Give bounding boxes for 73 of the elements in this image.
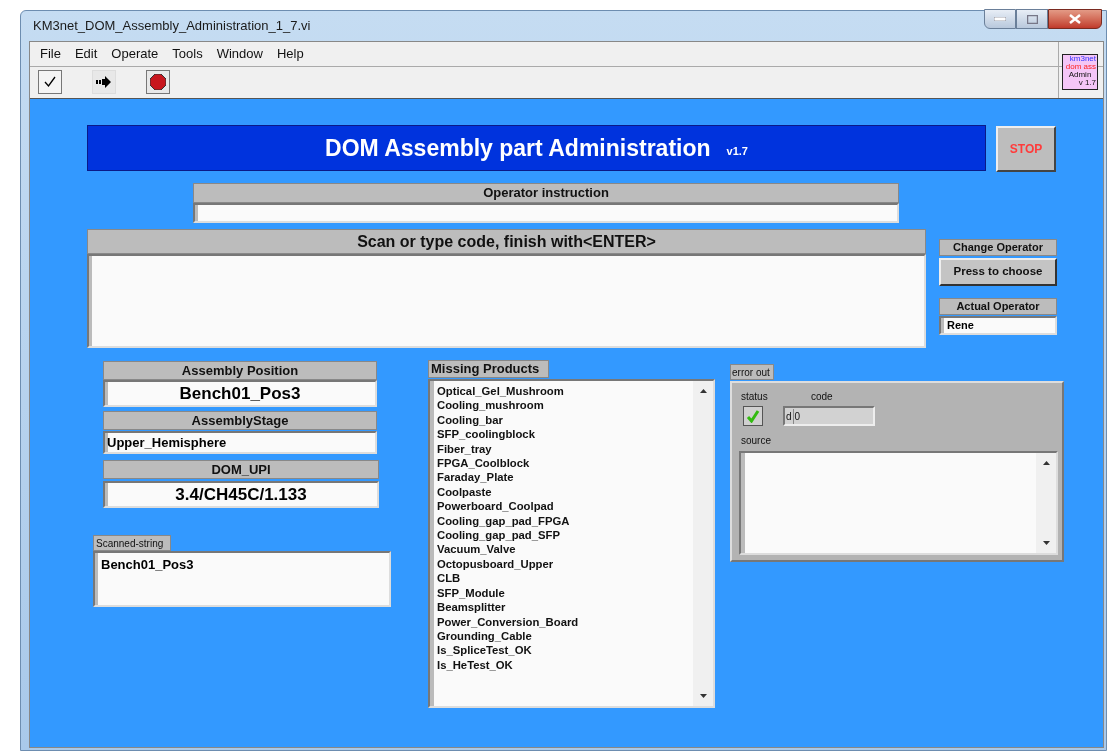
change-operator-button[interactable]: Press to choose [939,258,1057,286]
scan-input-field[interactable] [87,254,926,348]
instruction-field[interactable] [193,203,899,223]
list-item[interactable]: SFP_Module [437,585,693,601]
list-item[interactable]: Coolpaste [437,484,693,500]
scroll-down-icon[interactable] [699,694,707,698]
check-icon [44,76,56,88]
maximize-button[interactable] [1016,9,1048,29]
status-label: status [741,390,768,404]
list-item[interactable]: Cooling_mushroom [437,398,693,413]
banner-title: DOM Assembly part Administration [325,133,711,163]
field-label: Actual Operator [939,298,1057,315]
field-label: Scan or type code, finish with<ENTER> [87,229,926,254]
window-title: KM3net_DOM_Assembly_Administration_1_7.vi [33,17,311,36]
list-item[interactable]: Beamsplitter [437,600,693,615]
list-item[interactable]: Powerboard_Coolpad [437,499,693,514]
field-label: Scanned-string [93,535,171,551]
menu-item[interactable]: Edit [74,44,98,64]
menu-item[interactable]: Tools [172,44,203,64]
minimize-button[interactable] [984,9,1016,29]
list-item[interactable]: Is_SpliceTest_OK [437,643,693,658]
scroll-up-icon[interactable] [699,389,707,393]
radix-label: d [785,408,794,424]
source-label: source [741,434,771,448]
run-button[interactable] [92,70,116,94]
maximize-icon [1026,14,1038,24]
list-item[interactable]: FPGA_Coolblock [437,456,693,471]
list-item[interactable]: Grounding_Cable [437,628,693,644]
close-icon [1069,14,1081,24]
minimize-icon [994,17,1006,21]
list-item[interactable]: Fiber_tray [437,441,693,457]
arrow-icon [96,76,112,88]
field-label: Assembly Position [103,361,377,380]
scrollbar[interactable] [693,381,713,706]
check-icon [746,409,760,423]
list-item[interactable]: SFP_coolingblock [437,427,693,442]
code-value: 0 [793,409,801,424]
list-item[interactable]: Cooling_bar [437,412,693,428]
upi-field: 3.4/CH45C/1.133 [103,481,379,508]
field-label: AssemblyStage [103,411,377,430]
code-label: code [811,390,833,404]
field-label: Missing Products [428,360,549,378]
list-item[interactable]: Vacuum_Valve [437,542,693,557]
stage-field: Upper_Hemisphere [103,431,377,454]
field-label: DOM_UPI [103,460,379,479]
scanned-string-field: Bench01_Pos3 [93,551,391,607]
run-check-button[interactable] [38,70,62,94]
list-item[interactable]: CLB [437,571,693,586]
status-checkbox[interactable] [743,406,763,426]
list-item[interactable]: Cooling_gap_pad_FPGA [437,513,693,529]
field-label: Change Operator [939,239,1057,256]
field-label: error out [730,364,774,380]
version-label: v1.7 [726,143,748,159]
list-item[interactable]: Octopusboard_Upper [437,556,693,572]
field-label: Operator instruction [193,183,899,203]
operator-field: Rene [939,316,1057,335]
stop-icon [150,74,166,90]
abort-button[interactable] [146,70,170,94]
menu-item[interactable]: Help [276,44,304,64]
close-button[interactable] [1048,9,1102,29]
vi-icon: km3net dom ass Admin v 1.7 [1062,54,1098,90]
menu-item[interactable]: Operate [111,44,159,64]
list-item[interactable]: Faraday_Plate [437,470,693,485]
scroll-up-icon[interactable] [1042,461,1050,465]
list-item[interactable]: Is_HeTest_OK [437,657,693,673]
list-item[interactable]: Optical_Gel_Mushroom [437,384,693,399]
scroll-down-icon[interactable] [1042,541,1050,545]
menu-item[interactable]: File [40,44,61,64]
list-item[interactable]: Power_Conversion_Board [437,614,693,629]
scrollbar[interactable] [1036,453,1056,553]
menu-item[interactable]: Window [216,44,263,64]
position-field: Bench01_Pos3 [103,380,377,407]
list-item[interactable]: Cooling_gap_pad_SFP [437,528,693,543]
